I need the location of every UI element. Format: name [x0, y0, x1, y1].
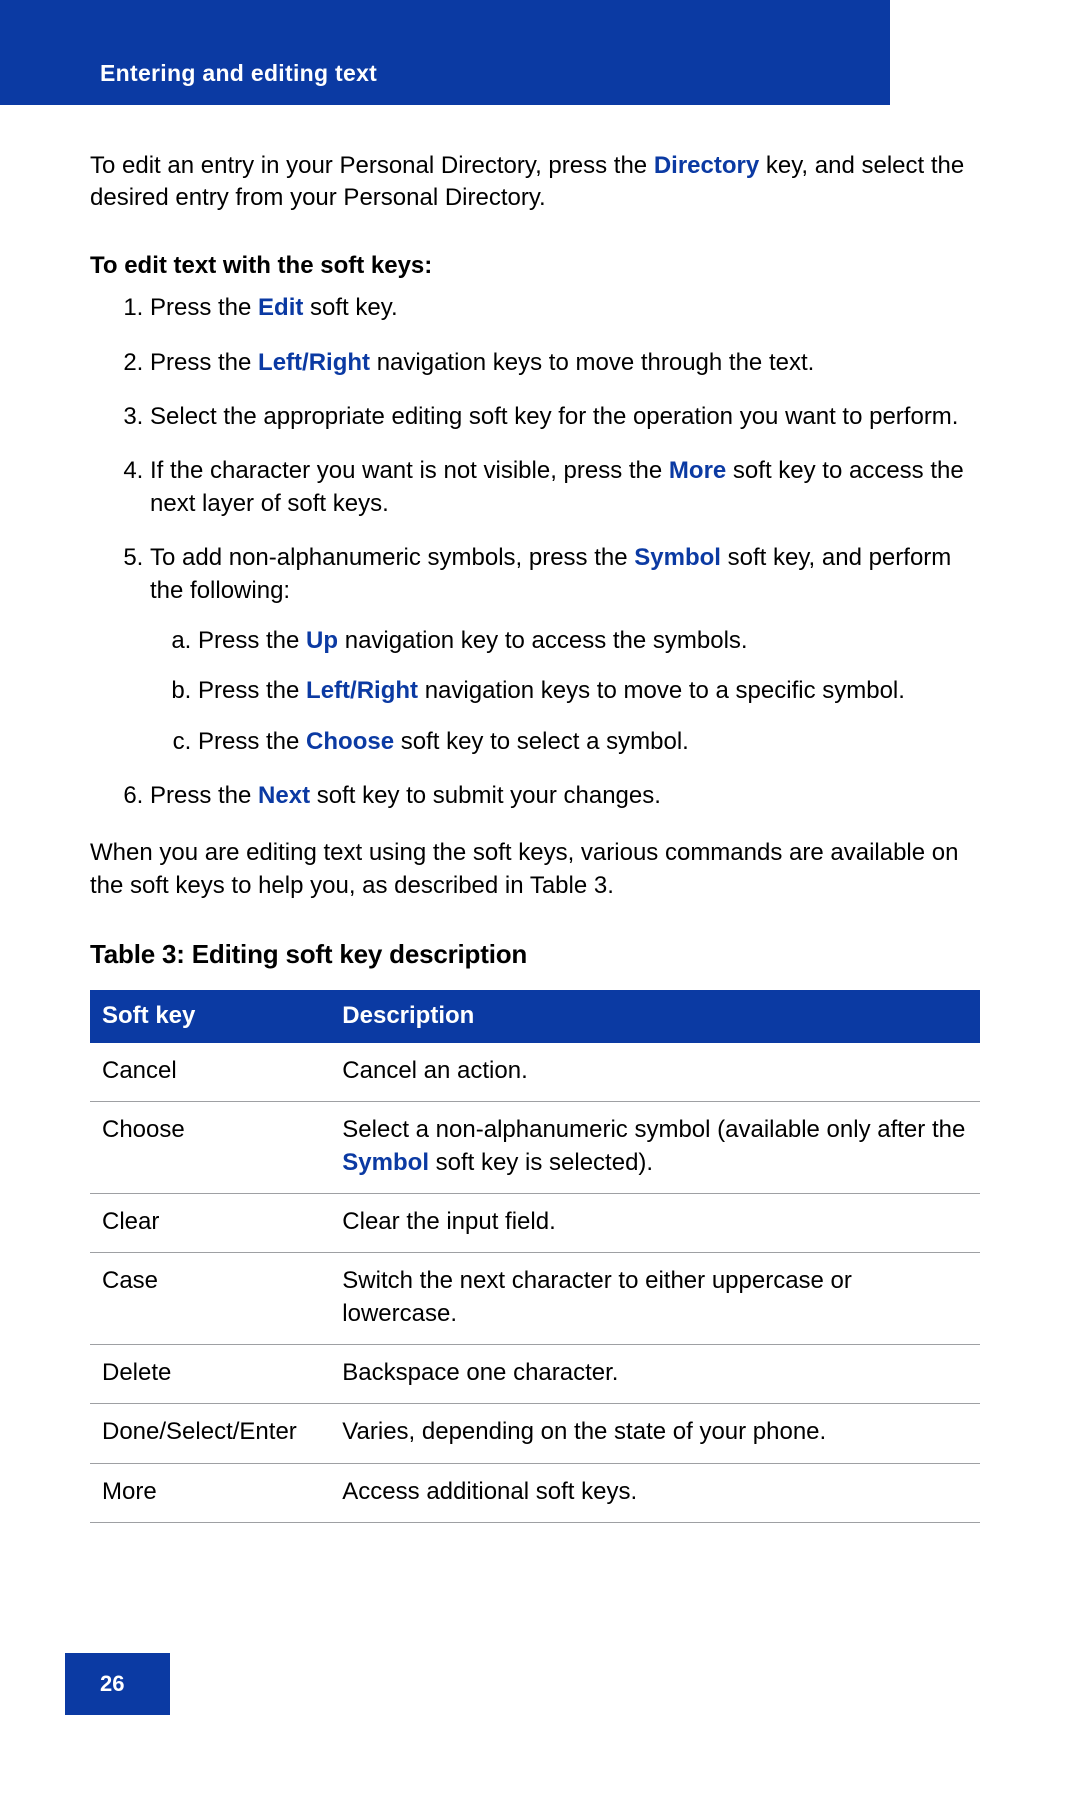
step-3: Select the appropriate editing soft key …: [150, 401, 980, 433]
table-row: Cancel Cancel an action.: [90, 1043, 980, 1102]
cell-description: Cancel an action.: [330, 1043, 980, 1102]
text: Select the appropriate editing soft key …: [150, 403, 958, 430]
substep-a: Press the Up navigation key to access th…: [198, 625, 980, 657]
keyword-edit: Edit: [258, 294, 303, 321]
text: Press the: [150, 782, 258, 809]
table-row: Choose Select a non-alphanumeric symbol …: [90, 1102, 980, 1194]
page-header: Entering and editing text: [0, 0, 890, 105]
step-1: Press the Edit soft key.: [150, 292, 980, 324]
table-row: More Access additional soft keys.: [90, 1463, 980, 1522]
cell-description: Select a non-alphanumeric symbol (availa…: [330, 1102, 980, 1194]
text: navigation key to access the symbols.: [338, 627, 748, 654]
keyword-left-right: Left/Right: [306, 677, 418, 704]
table-row: Clear Clear the input field.: [90, 1193, 980, 1252]
keyword-symbol: Symbol: [342, 1149, 429, 1176]
text: If the character you want is not visible…: [150, 457, 669, 484]
text: Press the: [198, 677, 306, 704]
cell-description: Varies, depending on the state of your p…: [330, 1404, 980, 1463]
keyword-up: Up: [306, 627, 338, 654]
cell-description: Clear the input field.: [330, 1193, 980, 1252]
text: Press the: [198, 728, 306, 755]
text: soft key.: [303, 294, 397, 321]
page-number-band: 26: [65, 1653, 170, 1715]
cell-softkey: More: [90, 1463, 330, 1522]
cell-softkey: Choose: [90, 1102, 330, 1194]
cell-softkey: Case: [90, 1253, 330, 1345]
softkeys-table: Soft key Description Cancel Cancel an ac…: [90, 990, 980, 1523]
substep-c: Press the Choose soft key to select a sy…: [198, 726, 980, 758]
step-4: If the character you want is not visible…: [150, 455, 980, 520]
text: To add non-alphanumeric symbols, press t…: [150, 544, 634, 571]
keyword-left-right: Left/Right: [258, 349, 370, 376]
keyword-directory: Directory: [654, 152, 759, 179]
step-5: To add non-alphanumeric symbols, press t…: [150, 542, 980, 758]
substeps-list: Press the Up navigation key to access th…: [150, 625, 980, 758]
table-row: Done/Select/Enter Varies, depending on t…: [90, 1404, 980, 1463]
header-title: Entering and editing text: [100, 60, 377, 86]
text: navigation keys to move to a specific sy…: [418, 677, 905, 704]
table-header-row: Soft key Description: [90, 990, 980, 1042]
cell-softkey: Delete: [90, 1345, 330, 1404]
document-page: Entering and editing text To edit an ent…: [0, 0, 1080, 1795]
step-2: Press the Left/Right navigation keys to …: [150, 347, 980, 379]
cell-description: Backspace one character.: [330, 1345, 980, 1404]
text: To edit an entry in your Personal Direct…: [90, 152, 654, 179]
text: soft key is selected).: [429, 1149, 653, 1176]
intro-paragraph: To edit an entry in your Personal Direct…: [90, 150, 980, 215]
cell-softkey: Clear: [90, 1193, 330, 1252]
keyword-next: Next: [258, 782, 310, 809]
outro-paragraph: When you are editing text using the soft…: [90, 837, 980, 902]
page-number: 26: [100, 1671, 124, 1696]
keyword-more: More: [669, 457, 726, 484]
steps-list: Press the Edit soft key. Press the Left/…: [90, 292, 980, 812]
text: Press the: [198, 627, 306, 654]
th-softkey: Soft key: [90, 990, 330, 1042]
cell-softkey: Cancel: [90, 1043, 330, 1102]
keyword-choose: Choose: [306, 728, 394, 755]
keyword-symbol: Symbol: [634, 544, 721, 571]
table-row: Delete Backspace one character.: [90, 1345, 980, 1404]
cell-description: Switch the next character to either uppe…: [330, 1253, 980, 1345]
table-title: Table 3: Editing soft key description: [90, 937, 980, 972]
text: Press the: [150, 294, 258, 321]
text: Select a non-alphanumeric symbol (availa…: [342, 1116, 965, 1143]
step-6: Press the Next soft key to submit your c…: [150, 780, 980, 812]
text: navigation keys to move through the text…: [370, 349, 814, 376]
table-row: Case Switch the next character to either…: [90, 1253, 980, 1345]
page-content: To edit an entry in your Personal Direct…: [0, 105, 1080, 1523]
text: soft key to submit your changes.: [310, 782, 661, 809]
text: Press the: [150, 349, 258, 376]
cell-description: Access additional soft keys.: [330, 1463, 980, 1522]
text: soft key to select a symbol.: [394, 728, 689, 755]
th-description: Description: [330, 990, 980, 1042]
substep-b: Press the Left/Right navigation keys to …: [198, 675, 980, 707]
section-heading: To edit text with the soft keys:: [90, 250, 980, 282]
cell-softkey: Done/Select/Enter: [90, 1404, 330, 1463]
